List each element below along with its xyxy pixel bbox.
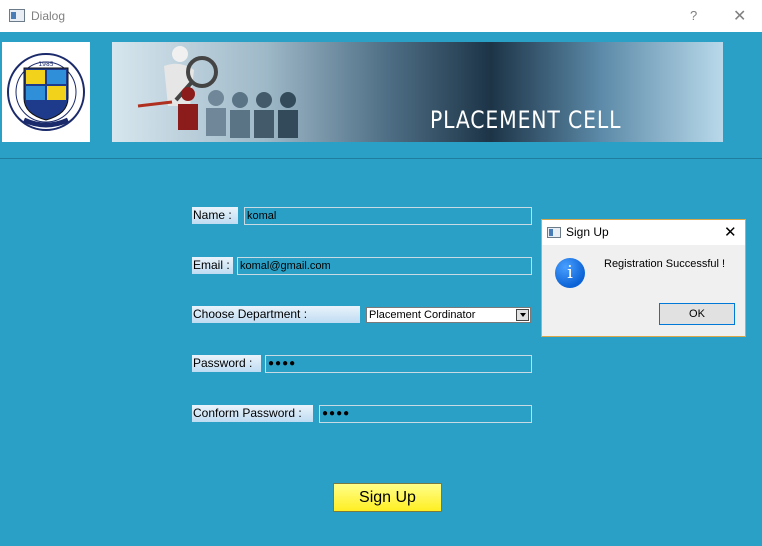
logo-year: 1985 bbox=[38, 61, 53, 68]
name-label: Name : bbox=[192, 207, 238, 224]
window-titlebar: Dialog ? ✕ bbox=[0, 0, 762, 32]
banner-title: PLACEMENT CELL bbox=[430, 106, 622, 134]
confirm-password-label: Conform Password : bbox=[192, 405, 313, 422]
chevron-down-icon[interactable] bbox=[516, 309, 529, 321]
message-box-titlebar: Sign Up ✕ bbox=[542, 220, 745, 245]
college-logo: 1985 bbox=[2, 42, 90, 142]
department-selected-value: Placement Cordinator bbox=[369, 309, 476, 321]
name-input[interactable]: komal bbox=[244, 207, 532, 225]
success-message-box: Sign Up ✕ i Registration Successful ! OK bbox=[541, 219, 746, 337]
dialog-icon bbox=[547, 227, 561, 238]
window-title: Dialog bbox=[31, 9, 66, 23]
app-icon bbox=[9, 9, 25, 22]
sign-up-button[interactable]: Sign Up bbox=[333, 483, 442, 512]
department-label: Choose Department : bbox=[192, 306, 360, 323]
message-box-title: Sign Up bbox=[566, 225, 609, 239]
magnifier-figure-icon bbox=[137, 46, 218, 108]
ok-button[interactable]: OK bbox=[659, 303, 735, 325]
placement-banner: PLACEMENT CELL bbox=[112, 42, 723, 142]
password-input[interactable]: ●●●● bbox=[265, 355, 532, 373]
message-text: Registration Successful ! bbox=[604, 258, 726, 270]
email-input[interactable]: komal@gmail.com bbox=[237, 257, 532, 275]
close-button[interactable]: ✕ bbox=[733, 6, 746, 26]
confirm-password-input[interactable]: ●●●● bbox=[319, 405, 532, 423]
message-box-close-button[interactable]: ✕ bbox=[724, 223, 737, 241]
header-divider bbox=[0, 158, 762, 159]
help-button[interactable]: ? bbox=[690, 8, 697, 23]
email-label: Email : bbox=[192, 257, 233, 274]
password-label: Password : bbox=[192, 355, 261, 372]
info-icon: i bbox=[555, 258, 585, 288]
department-select[interactable]: Placement Cordinator bbox=[366, 307, 531, 323]
people-figures-icon bbox=[178, 87, 298, 138]
